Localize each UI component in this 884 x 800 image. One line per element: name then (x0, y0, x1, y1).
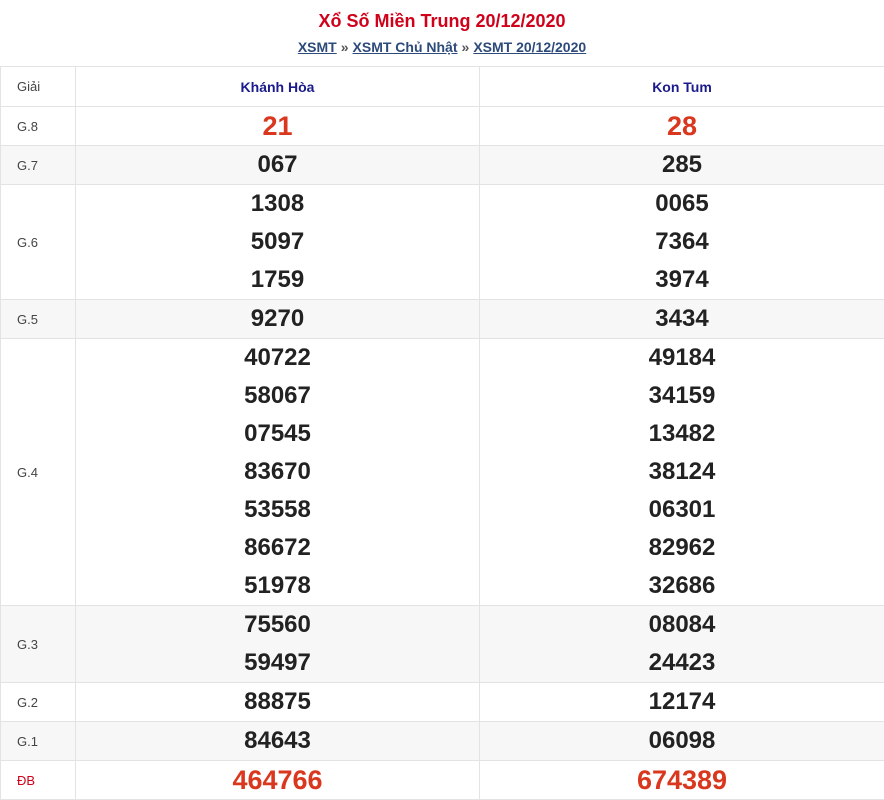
prize-number: 32686 (648, 572, 716, 599)
prize-number: 3974 (655, 266, 709, 293)
prize-label: G.3 (0, 605, 76, 683)
prize-label: G.4 (0, 338, 76, 606)
prize-number: 9270 (250, 305, 305, 332)
results-body: G.8 21 28 G.7 067 285 G.6 1308 5097 1759 0065 7364 3… (0, 106, 884, 800)
page-title: Xổ Số Miền Trung 20/12/2020 (318, 11, 566, 31)
table-row: G.2 88875 12174 (0, 682, 884, 722)
prize-label: G.2 (0, 682, 76, 722)
prize-number: 13482 (648, 420, 716, 447)
prize-number: 86672 (244, 534, 311, 561)
prize-cell: 06098 (479, 721, 884, 761)
prize-number: 82962 (648, 534, 716, 561)
prize-cell: 08084 24423 (479, 605, 884, 683)
prize-number: 0065 (655, 190, 709, 217)
giai-header: Giải (0, 66, 76, 107)
prize-number: 34159 (648, 382, 716, 409)
prize-cell: 9270 (75, 299, 480, 339)
province-header-khanh-hoa: Khánh Hòa (75, 66, 480, 107)
table-row: G.1 84643 06098 (0, 721, 884, 761)
prize-number: 5097 (250, 228, 305, 255)
breadcrumb-separator: » (461, 39, 470, 55)
results-table: Giải Khánh Hòa Kon Tum G.8 21 28 G.7 067 285 G… (0, 66, 884, 800)
table-row: G.8 21 28 (0, 106, 884, 146)
table-header-row: Giải Khánh Hòa Kon Tum (0, 66, 884, 107)
prize-label: G.6 (0, 184, 76, 300)
prize-number: 28 (666, 111, 698, 141)
prize-cell: 28 (479, 106, 884, 146)
table-row: G.6 1308 5097 1759 0065 7364 3974 (0, 184, 884, 300)
prize-cell: 285 (479, 145, 884, 185)
prize-cell: 067 (75, 145, 480, 185)
prize-label: G.5 (0, 299, 76, 339)
prize-number: 12174 (648, 688, 716, 715)
prize-cell: 1308 5097 1759 (75, 184, 480, 300)
prize-number: 59497 (244, 649, 311, 676)
table-row: G.4 40722 58067 07545 83670 53558 86672 51978 49… (0, 338, 884, 606)
prize-number: 285 (661, 151, 703, 178)
prize-number: 067 (257, 151, 298, 178)
prize-number: 84643 (244, 727, 311, 754)
prize-cell: 84643 (75, 721, 480, 761)
prize-label: G.1 (0, 721, 76, 761)
prize-number: 51978 (244, 572, 311, 599)
prize-cell: 40722 58067 07545 83670 53558 86672 51978 (75, 338, 480, 606)
prize-cell: 88875 (75, 682, 480, 722)
prize-number: 7364 (655, 228, 709, 255)
prize-label: G.7 (0, 145, 76, 185)
breadcrumb-separator: » (340, 39, 349, 55)
prize-cell: 674389 (479, 760, 884, 800)
prize-number: 1759 (250, 266, 305, 293)
prize-label: ĐB (0, 760, 76, 800)
prize-number: 53558 (244, 496, 311, 523)
prize-number: 06301 (648, 496, 716, 523)
breadcrumb-xsmt-chu-nhat[interactable]: XSMT Chủ Nhật (353, 39, 458, 55)
prize-number: 38124 (648, 458, 716, 485)
breadcrumb: XSMT» XSMT Chủ Nhật» XSMT 20/12/2020 (0, 36, 884, 58)
prize-number: 40722 (244, 344, 311, 371)
prize-number: 21 (262, 111, 293, 141)
table-row: G.7 067 285 (0, 145, 884, 185)
prize-cell: 464766 (75, 760, 480, 800)
prize-label: G.8 (0, 106, 76, 146)
prize-cell: 0065 7364 3974 (479, 184, 884, 300)
prize-cell: 75560 59497 (75, 605, 480, 683)
prize-number: 58067 (244, 382, 311, 409)
prize-cell: 21 (75, 106, 480, 146)
prize-number: 06098 (648, 727, 716, 754)
prize-number: 674389 (636, 765, 728, 795)
table-row: G.3 75560 59497 08084 24423 (0, 605, 884, 683)
prize-number: 464766 (232, 765, 323, 795)
table-row: ĐB 464766 674389 (0, 760, 884, 800)
prize-cell: 3434 (479, 299, 884, 339)
prize-number: 1308 (250, 190, 305, 217)
breadcrumb-xsmt[interactable]: XSMT (298, 39, 337, 55)
table-row: G.5 9270 3434 (0, 299, 884, 339)
prize-cell: 12174 (479, 682, 884, 722)
breadcrumb-xsmt-date[interactable]: XSMT 20/12/2020 (473, 39, 586, 55)
province-header-kon-tum: Kon Tum (479, 66, 884, 107)
prize-number: 3434 (655, 305, 709, 332)
prize-number: 08084 (648, 611, 716, 638)
prize-number: 75560 (244, 611, 311, 638)
prize-number: 07545 (244, 420, 311, 447)
prize-number: 83670 (244, 458, 311, 485)
prize-cell: 49184 34159 13482 38124 06301 82962 32686 (479, 338, 884, 606)
prize-number: 49184 (648, 344, 716, 371)
prize-number: 88875 (244, 688, 311, 715)
prize-number: 24423 (648, 649, 716, 676)
